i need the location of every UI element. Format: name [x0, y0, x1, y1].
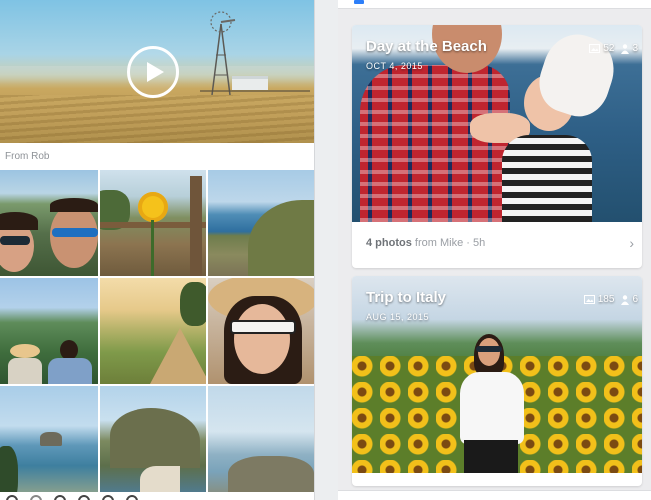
grass-field — [0, 95, 314, 143]
woman-face — [478, 338, 500, 366]
face — [234, 304, 290, 374]
hillside — [248, 200, 314, 276]
photo-tile-vineyard[interactable] — [100, 278, 206, 384]
sunglasses — [476, 346, 502, 352]
black-skirt — [464, 440, 518, 473]
sunflower — [138, 192, 168, 222]
sunflower-stem — [151, 220, 154, 276]
person-icon — [621, 294, 630, 305]
people-count: 6 — [632, 294, 638, 305]
avatar[interactable] — [30, 495, 42, 500]
album-date: OCT 4, 2015 — [366, 61, 423, 71]
play-button[interactable] — [127, 46, 179, 98]
photo-tile-woman-hat[interactable] — [208, 278, 314, 384]
avatar[interactable] — [6, 495, 18, 500]
shared-from-label: From Rob — [5, 151, 50, 162]
album-cover-photo: Trip to Italy AUG 15, 2015 185 6 — [352, 276, 642, 473]
play-icon — [147, 62, 164, 82]
top-strip — [338, 0, 651, 9]
photo-tile-sunflower[interactable] — [100, 170, 206, 276]
photo-tile-misty-shore[interactable] — [208, 386, 314, 500]
album-meta: 4 photos from Mike · 5h — [366, 237, 485, 249]
album-card[interactable]: Day at the Beach OCT 4, 2015 52 3 4 phot… — [352, 25, 642, 268]
person-shirt — [360, 65, 510, 222]
photo-grid — [0, 170, 314, 500]
white-sunglasses — [230, 320, 296, 334]
photo-tile-rocky-bay[interactable] — [0, 386, 98, 500]
shared-feed-pane: From Rob — [0, 0, 314, 500]
album-date: AUG 15, 2015 — [366, 312, 430, 322]
dirt-path — [150, 328, 206, 384]
person-icon — [621, 43, 630, 54]
video-thumbnail[interactable] — [0, 0, 314, 143]
album-stats: 52 3 — [589, 43, 638, 54]
pane-divider — [314, 0, 338, 500]
album-title: Trip to Italy — [366, 289, 447, 306]
album-meta-rest: from Mike · 5h — [411, 237, 486, 249]
white-blouse — [460, 372, 524, 444]
photo-count-text: 4 photos — [366, 237, 412, 249]
photo-count: 52 — [603, 43, 615, 54]
image-icon — [589, 44, 601, 53]
left-footer — [0, 492, 314, 500]
photo-tile-cliffs[interactable] — [100, 386, 206, 500]
person-hair — [50, 198, 98, 212]
avatar[interactable] — [54, 495, 66, 500]
photo-count: 185 — [597, 294, 615, 305]
fence-post — [190, 176, 202, 276]
person-hair — [0, 212, 38, 230]
albums-pane: Day at the Beach OCT 4, 2015 52 3 4 phot… — [338, 0, 651, 500]
chevron-right-icon[interactable]: › — [629, 235, 634, 251]
sun-hat — [10, 344, 40, 358]
avatar[interactable] — [102, 495, 114, 500]
album-card[interactable]: Trip to Italy AUG 15, 2015 185 6 — [352, 276, 642, 486]
image-icon — [583, 295, 595, 304]
avatar[interactable] — [126, 495, 138, 500]
avatar[interactable] — [78, 495, 90, 500]
sunglasses — [52, 228, 98, 237]
menu-icon[interactable] — [354, 0, 364, 4]
photo-tile-couple-overlook[interactable] — [0, 278, 98, 384]
baby-outfit — [502, 135, 592, 222]
photo-tile-coast[interactable] — [208, 170, 314, 276]
album-stats: 185 6 — [583, 294, 638, 305]
cliff — [110, 408, 200, 468]
people-count: 3 — [632, 43, 638, 54]
album-title: Day at the Beach — [366, 38, 487, 55]
sunglasses — [0, 236, 30, 245]
bottom-tab-bar — [338, 490, 651, 500]
person-head — [60, 340, 78, 360]
album-cover-photo: Day at the Beach OCT 4, 2015 52 3 — [352, 25, 642, 222]
fence-line — [200, 82, 310, 92]
tree — [180, 282, 206, 326]
person-shirt — [48, 358, 92, 384]
person-shirt — [8, 358, 42, 384]
photo-tile-selfie[interactable] — [0, 170, 98, 276]
sea-rock — [40, 432, 62, 446]
